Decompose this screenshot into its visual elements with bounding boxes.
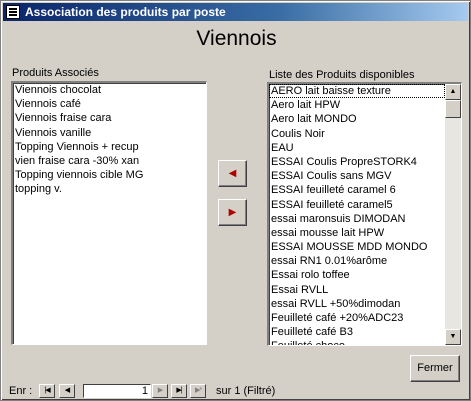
available-products-items[interactable]: AERO lait baisse texture Aero lait HPW Aer…	[269, 84, 445, 345]
arrow-left-icon: ◀	[228, 168, 237, 179]
scroll-thumb[interactable]	[445, 100, 461, 118]
form-heading: Viennois	[196, 27, 277, 50]
list-item[interactable]: topping v.	[13, 182, 206, 196]
window-title: Association des produits par poste	[25, 5, 226, 19]
record-navigator: Enr : |◀ ◀ ▶ ▶| ▶* sur 1 (Filtré)	[9, 384, 309, 399]
list-item[interactable]: essai maronsuis DIMODAN	[269, 212, 445, 226]
scroll-up-button[interactable]: ▲	[445, 84, 461, 100]
list-item[interactable]: Essai RVLL	[269, 283, 445, 297]
list-item[interactable]: Viennois fraise cara	[13, 111, 206, 125]
new-record-icon: ▶*	[194, 387, 202, 394]
associated-products-list[interactable]: Viennois chocolat Viennois café Viennois f…	[11, 81, 207, 345]
scroll-down-button[interactable]: ▼	[445, 329, 461, 345]
list-item[interactable]: essai RN1 0.01%arôme	[269, 254, 445, 268]
next-record-button[interactable]: ▶	[152, 384, 168, 398]
previous-record-button[interactable]: ◀	[59, 384, 75, 398]
available-list-scrollbar[interactable]: ▲ ▼	[445, 84, 461, 345]
list-item[interactable]: ESSAI feuilleté caramel5	[269, 198, 445, 212]
list-item[interactable]: ESSAI MOUSSE MDD MONDO	[269, 240, 445, 254]
list-item[interactable]: ESSAI Coulis sans MGV	[269, 169, 445, 183]
list-item[interactable]: Feuilleté café B3	[269, 325, 445, 339]
list-item[interactable]: Feuilleté café +20%ADC23	[269, 311, 445, 325]
list-item[interactable]: EAU	[269, 141, 445, 155]
arrow-right-icon: ▶	[228, 207, 237, 218]
associated-products-label: Produits Associés	[12, 67, 99, 79]
list-item[interactable]: essai RVLL +50%dimodan	[269, 297, 445, 311]
list-item[interactable]: Topping Viennois + recup	[13, 140, 206, 154]
list-item[interactable]: vien fraise cara -30% xan	[13, 154, 206, 168]
previous-record-icon: ◀	[64, 387, 70, 394]
new-record-button[interactable]: ▶*	[190, 384, 206, 398]
close-button[interactable]: Fermer	[410, 355, 460, 382]
first-record-icon: |◀	[44, 387, 50, 394]
record-label: Enr :	[9, 385, 33, 397]
first-record-button[interactable]: |◀	[39, 384, 55, 398]
remove-product-button[interactable]: ◀	[218, 160, 247, 187]
list-item[interactable]: Feuilleté choco	[269, 339, 445, 345]
title-bar[interactable]: Association des produits par poste	[3, 3, 468, 21]
list-item[interactable]: ESSAI Coulis PropreSTORK4	[269, 155, 445, 169]
add-product-button[interactable]: ▶	[218, 199, 247, 226]
access-form-window: Association des produits par poste Vienn…	[0, 0, 471, 401]
list-item[interactable]: Essai rolo toffee	[269, 268, 445, 282]
list-item[interactable]: Viennois vanille	[13, 126, 206, 140]
list-item[interactable]: ESSAI feuilleté caramel 6	[269, 183, 445, 197]
list-item[interactable]: Viennois chocolat	[13, 83, 206, 97]
last-record-icon: ▶|	[176, 387, 182, 394]
form-icon	[6, 5, 20, 19]
last-record-button[interactable]: ▶|	[171, 384, 187, 398]
list-item[interactable]: Coulis Noir	[269, 127, 445, 141]
list-item[interactable]: Aero lait HPW	[269, 98, 445, 112]
list-item[interactable]: Viennois café	[13, 97, 206, 111]
list-item[interactable]: AERO lait baisse texture	[269, 84, 445, 99]
next-record-icon: ▶	[157, 387, 163, 394]
list-item[interactable]: Aero lait MONDO	[269, 112, 445, 126]
list-item[interactable]: Topping viennois cible MG	[13, 168, 206, 182]
available-products-label: Liste des Produits disponibles	[269, 69, 415, 81]
available-products-list[interactable]: AERO lait baisse texture Aero lait HPW Aer…	[267, 82, 462, 346]
list-item[interactable]: essai mousse lait HPW	[269, 226, 445, 240]
current-record-input[interactable]	[83, 384, 151, 398]
record-count-text: sur 1 (Filtré)	[216, 385, 276, 397]
